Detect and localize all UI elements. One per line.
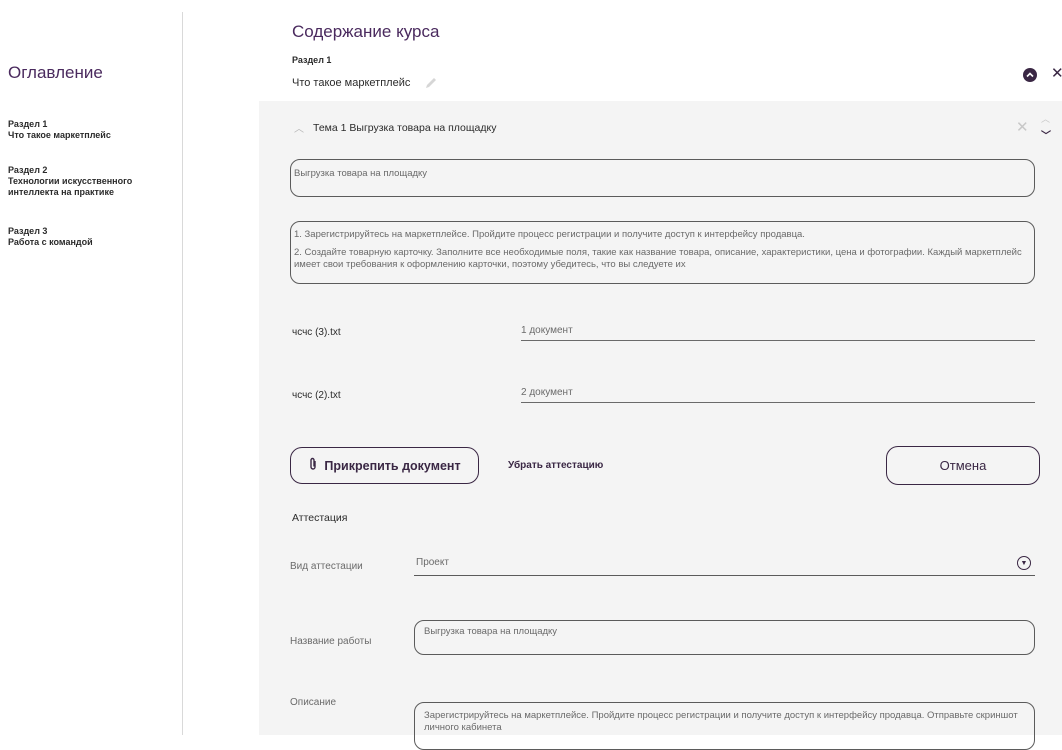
close-icon[interactable]: ✕ bbox=[1051, 64, 1062, 82]
input-underline bbox=[521, 340, 1035, 341]
pencil-icon[interactable] bbox=[424, 76, 438, 90]
sidebar-item-section-2[interactable]: Раздел 2 Технологии искусственного интел… bbox=[8, 165, 168, 198]
chevron-up-icon[interactable]: ︿ bbox=[1041, 112, 1050, 125]
topic-name-input[interactable]: Выгрузка товара на площадку bbox=[290, 159, 1035, 197]
toc-title: Оглавление bbox=[8, 63, 103, 82]
sidebar-item-section-label: Раздел 1 bbox=[8, 119, 48, 129]
sidebar-item-section-3[interactable]: Раздел 3 Работа с командой bbox=[8, 226, 168, 248]
remove-attestation-link[interactable]: Убрать аттестацию bbox=[508, 460, 603, 471]
document-file-name: чсчс (2).txt bbox=[292, 390, 341, 401]
description-textarea[interactable]: Зарегистрируйтесь на маркетплейсе. Пройд… bbox=[414, 702, 1035, 750]
topic-text-paragraph: 2. Создайте товарную карточку. Заполните… bbox=[294, 247, 1022, 270]
input-underline bbox=[521, 402, 1035, 403]
topic-name-value: Выгрузка товара на площадку bbox=[294, 168, 428, 179]
dropdown-arrow-icon[interactable]: ▼ bbox=[1017, 556, 1031, 570]
sidebar-item-section-name: Что такое маркетплейс bbox=[8, 130, 111, 140]
paperclip-icon bbox=[308, 457, 318, 474]
collapse-section-button[interactable] bbox=[1023, 68, 1037, 82]
attestation-heading: Аттестация bbox=[292, 512, 348, 524]
sidebar-item-section-label: Раздел 2 bbox=[8, 165, 48, 175]
document-file-name: чсчс (3).txt bbox=[292, 327, 341, 338]
description-value: Зарегистрируйтесь на маркетплейсе. Пройд… bbox=[424, 710, 1018, 733]
chevron-down-icon[interactable]: ﹀ bbox=[1041, 127, 1051, 142]
topic-text-area[interactable]: 1. Зарегистрируйтесь на маркетплейсе. Пр… bbox=[290, 221, 1035, 284]
document-title-input[interactable]: 1 документ bbox=[521, 325, 573, 336]
page-title: Содержание курса bbox=[292, 22, 440, 41]
attestation-type-label: Вид аттестации bbox=[290, 561, 363, 572]
cancel-button[interactable]: Отмена bbox=[886, 446, 1040, 485]
topic-text-paragraph: 1. Зарегистрируйтесь на маркетплейсе. Пр… bbox=[294, 229, 805, 240]
attach-document-label: Прикрепить документ bbox=[324, 458, 461, 473]
sidebar-item-section-label: Раздел 3 bbox=[8, 226, 48, 236]
select-underline bbox=[414, 575, 1035, 576]
section-name: Что такое маркетплейс bbox=[292, 77, 411, 89]
sidebar-item-section-name: Работа с командой bbox=[8, 237, 93, 247]
section-label: Раздел 1 bbox=[292, 55, 332, 65]
attach-document-button[interactable]: Прикрепить документ bbox=[290, 447, 479, 484]
cancel-label: Отмена bbox=[939, 458, 987, 473]
document-title-input[interactable]: 2 документ bbox=[521, 387, 573, 398]
description-label: Описание bbox=[290, 697, 337, 708]
work-name-value: Выгрузка товара на площадку bbox=[424, 626, 558, 637]
work-name-label: Название работы bbox=[290, 636, 372, 647]
sidebar-item-section-name: Технологии искусственного интеллекта на … bbox=[8, 176, 133, 197]
sidebar-item-section-1[interactable]: Раздел 1 Что такое маркетплейс bbox=[8, 119, 168, 141]
work-name-input[interactable]: Выгрузка товара на площадку bbox=[414, 620, 1035, 655]
sidebar-divider bbox=[182, 12, 183, 735]
chevron-up-icon[interactable]: ︿ bbox=[294, 120, 304, 135]
topic-title: Тема 1 Выгрузка товара на площадку bbox=[313, 122, 497, 134]
close-icon[interactable]: ✕ bbox=[1016, 118, 1029, 136]
attestation-type-select[interactable]: Проект bbox=[416, 557, 449, 568]
